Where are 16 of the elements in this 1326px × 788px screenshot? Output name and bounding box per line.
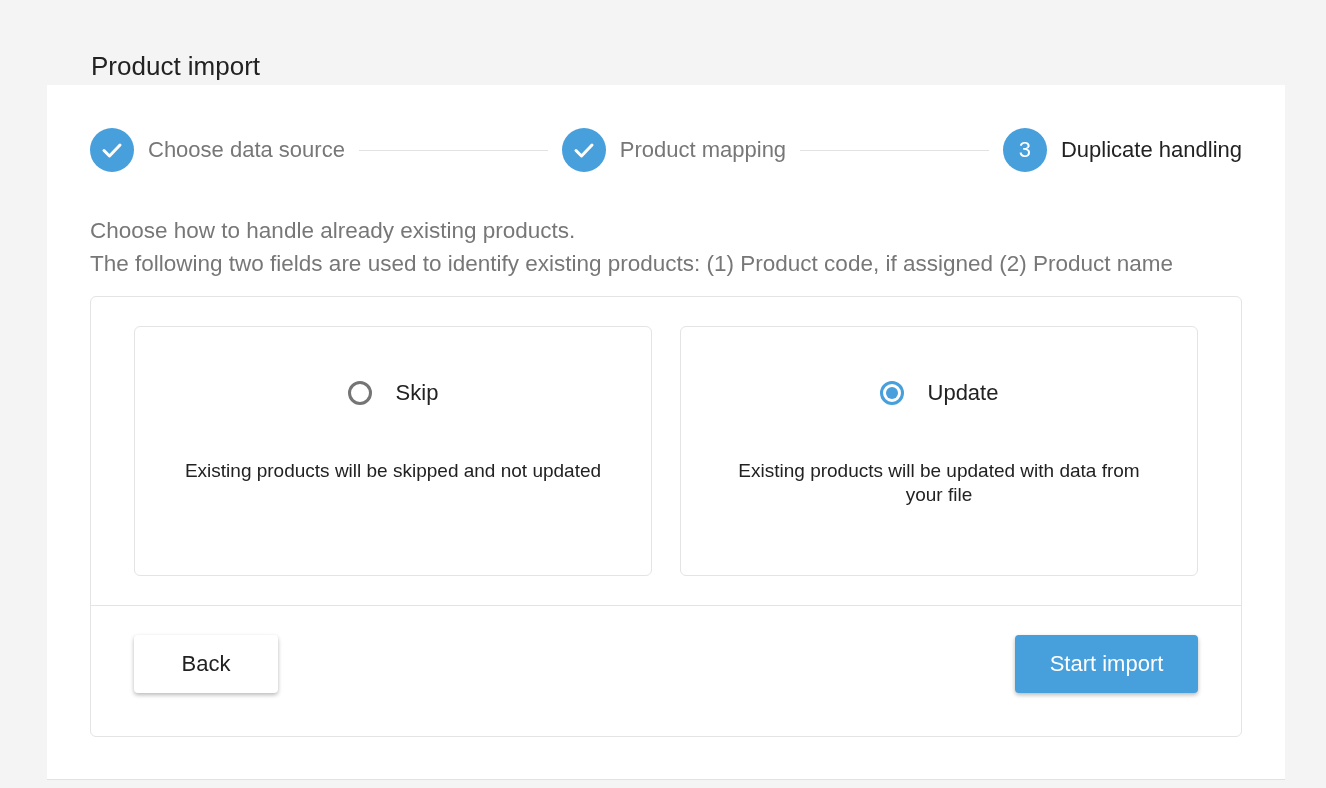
instruction-text: Choose how to handle already existing products. [90,217,577,245]
option-description: Existing products will be updated with data from your file [737,459,1141,507]
radio-button[interactable] [347,381,372,405]
page-title: Product import [91,50,261,82]
step-label: Choose data source [148,137,345,163]
radio-button[interactable] [879,381,904,405]
option-label: Skip [395,380,439,406]
option-card[interactable]: Skip Existing products will be skipped and not updated [134,326,652,576]
step-number: 3 [1003,128,1047,172]
option-card[interactable]: Update Existing products will be updated with data from your file [680,326,1198,576]
option-label: Update [927,380,999,406]
option-description: Existing products will be skipped and not updated [184,459,602,483]
instruction-text: The following two fields are used to identify existing products: (1) Product code, if assigned (2) Product name [90,250,1175,278]
back-button[interactable]: Back [134,635,278,693]
step-label: Product mapping [619,137,787,163]
step-label: Duplicate handling [1061,137,1242,163]
